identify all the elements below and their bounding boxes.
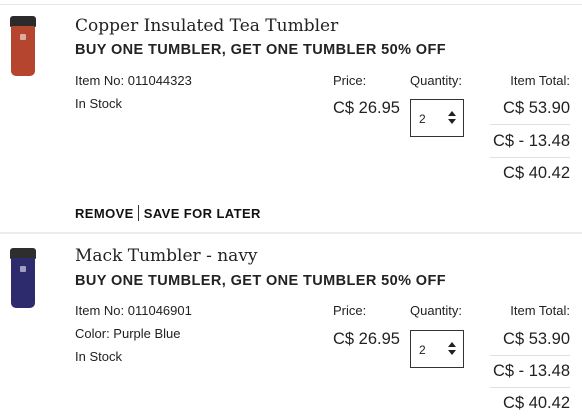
quantity-value-2: 2 — [419, 343, 426, 357]
product-name-1[interactable]: Copper Insulated Tea Tumbler — [75, 16, 338, 36]
item-actions-1: REMOVE SAVE FOR LATER — [75, 205, 261, 221]
product-thumbnail-1[interactable] — [10, 16, 36, 78]
item-total-label-2: Item Total: — [510, 303, 570, 318]
item-discount-1: C$ - 13.48 — [492, 132, 570, 150]
item-subtotal-2: C$ 53.90 — [503, 330, 570, 348]
stock-status-1: In Stock — [75, 96, 122, 111]
total-divider — [490, 157, 570, 158]
tumbler-body — [11, 258, 35, 308]
product-thumbnail-2[interactable] — [10, 248, 36, 310]
promo-text-2: BUY ONE TUMBLER, GET ONE TUMBLER 50% OFF — [75, 273, 447, 289]
price-label-1: Price: — [333, 73, 367, 88]
save-for-later-link[interactable]: SAVE FOR LATER — [144, 206, 261, 221]
remove-link[interactable]: REMOVE — [75, 206, 134, 221]
item-total-1: C$ 40.42 — [503, 164, 570, 182]
total-divider — [490, 387, 570, 388]
product-name-2[interactable]: Mack Tumbler - navy — [75, 246, 258, 266]
total-divider — [490, 124, 570, 125]
logo-icon — [20, 266, 26, 272]
quantity-select-2[interactable]: 2 — [410, 330, 464, 368]
item-total-2: C$ 40.42 — [503, 394, 570, 412]
quantity-label-2: Quantity: — [410, 303, 463, 318]
item-discount-2: C$ - 13.48 — [492, 362, 570, 380]
stock-status-2: In Stock — [75, 349, 122, 364]
total-divider — [490, 355, 570, 356]
price-label-2: Price: — [333, 303, 367, 318]
action-separator — [137, 205, 139, 221]
unit-price-1: C$ 26.95 — [333, 99, 400, 117]
quantity-label-1: Quantity: — [410, 73, 463, 88]
item-divider — [0, 232, 582, 234]
tumbler-body — [11, 26, 35, 76]
select-arrows-icon — [448, 111, 456, 125]
logo-icon — [20, 34, 26, 40]
top-divider — [0, 4, 582, 5]
quantity-value-1: 2 — [419, 112, 426, 126]
quantity-select-1[interactable]: 2 — [410, 99, 464, 137]
item-subtotal-1: C$ 53.90 — [503, 99, 570, 117]
item-total-label-1: Item Total: — [510, 73, 570, 88]
color-2: Color: Purple Blue — [75, 326, 181, 341]
unit-price-2: C$ 26.95 — [333, 330, 400, 348]
promo-text-1: BUY ONE TUMBLER, GET ONE TUMBLER 50% OFF — [75, 42, 447, 58]
item-number-1: Item No: 011044323 — [75, 73, 192, 88]
select-arrows-icon — [448, 342, 456, 356]
item-number-2: Item No: 011046901 — [75, 303, 192, 318]
